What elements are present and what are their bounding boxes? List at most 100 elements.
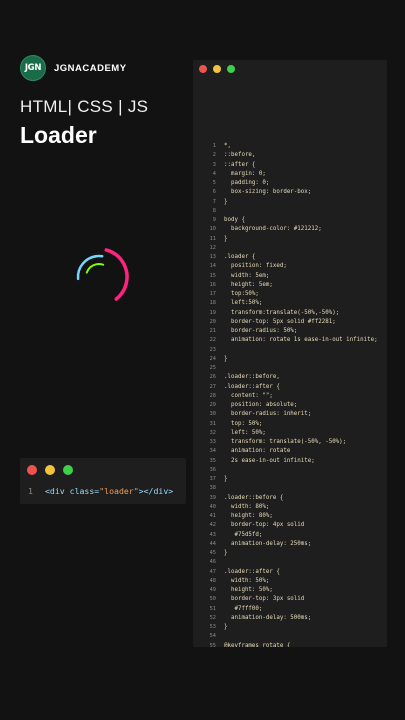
code-line: 38: [203, 484, 378, 493]
code-line: 18 left:50%;: [203, 299, 378, 308]
code-line: 49 height: 50%;: [203, 586, 378, 595]
close-window-icon[interactable]: [199, 65, 207, 73]
line-number: 40: [209, 503, 216, 510]
line-number: 8: [212, 207, 216, 214]
code-text: content: "";: [224, 392, 273, 399]
code-line: 51 #7fff00;: [203, 605, 378, 614]
code-line: 34 animation: rotate: [203, 447, 378, 456]
line-number: 39: [209, 494, 216, 501]
code-text: ::before,: [224, 152, 256, 159]
code-line: 25: [203, 364, 378, 373]
code-line: 22 animation: rotate 1s ease-in-out infi…: [203, 336, 378, 345]
code-line: 9 body {: [203, 216, 378, 225]
line-number: 38: [209, 485, 216, 492]
line-number: 29: [209, 402, 216, 408]
code-line: 24}: [203, 355, 378, 364]
code-text: .loader::before {: [224, 494, 284, 501]
code-line: 20 border-top: 5px solid #ff2281;: [203, 318, 378, 327]
code-text: left: 50%;: [224, 429, 266, 436]
code-text: height: 80%;: [224, 513, 273, 519]
line-number: 52: [209, 614, 216, 621]
line-number: 55: [209, 642, 216, 648]
code-line: 46: [203, 558, 378, 567]
code-line: 32 left: 50%;: [203, 429, 378, 438]
code-text: padding: 0;: [224, 180, 270, 186]
code-text: #7fff00;: [224, 605, 263, 612]
code-text: margin: 0;: [224, 170, 266, 177]
code-line: 48 width: 50%;: [203, 577, 378, 586]
line-number: 46: [209, 559, 216, 566]
code-text: #75d5fd;: [224, 531, 263, 538]
line-number: 54: [209, 633, 216, 640]
loader-preview: [69, 247, 129, 307]
line-number: 4: [212, 170, 216, 177]
code-text: body {: [224, 217, 245, 223]
code-line: 6 box-sizing: border-box;: [203, 188, 378, 197]
line-number: 2: [212, 152, 216, 159]
code-text: width: 5em;: [224, 272, 270, 279]
code-line: 19 transform:translate(-50%,-50%);: [203, 309, 378, 318]
line-number: 50: [209, 596, 216, 603]
brand: JGN JGNACADEMY: [20, 55, 127, 81]
code-line: 30 border-radius: inherit;: [203, 410, 378, 419]
line-number: 33: [209, 439, 216, 445]
line-number: 24: [209, 355, 216, 362]
code-text: 2s ease-in-out infinite;: [224, 457, 315, 464]
code-line: 13 .loader {: [203, 253, 378, 262]
code-text: }: [224, 355, 228, 362]
code-text: border-radius: 50%;: [224, 328, 298, 334]
line-number: 48: [209, 577, 216, 584]
code-line: 26 .loader::before,: [203, 373, 378, 382]
loader-inner-arc: [85, 263, 113, 291]
line-number: 53: [209, 624, 216, 630]
code-text: @keyframes rotate {: [224, 642, 291, 648]
code-text: .loader {: [224, 254, 256, 260]
code-text: border-top: 4px solid: [224, 522, 305, 529]
line-number: 25: [209, 365, 216, 371]
line-number: 5: [212, 180, 216, 186]
line-number: 17: [209, 291, 216, 297]
code-text: height: 5em;: [224, 281, 273, 288]
line-number: 35: [209, 457, 216, 464]
maximize-window-icon[interactable]: [227, 65, 235, 73]
line-number: 26: [209, 374, 216, 381]
code-text: background-color: #121212;: [224, 226, 322, 233]
line-number: 18: [209, 300, 216, 307]
code-line: 17 top:50%;: [203, 290, 378, 299]
code-text: ::after {: [224, 161, 256, 168]
minimize-window-icon[interactable]: [213, 65, 221, 73]
code-line: 1 *,: [203, 142, 378, 151]
code-line: 15 width: 5em;: [203, 272, 378, 281]
line-number: 34: [209, 448, 216, 455]
code-line: 8: [203, 207, 378, 216]
code-text: width: 80%;: [224, 503, 270, 510]
code-line: 47 .loader::after {: [203, 568, 378, 577]
line-number: 1: [212, 143, 216, 149]
line-number: 23: [209, 346, 216, 353]
close-window-icon[interactable]: [27, 465, 37, 475]
line-number: 1: [28, 486, 33, 496]
code-line: 50 border-top: 3px solid: [203, 595, 378, 604]
code-text: }: [224, 476, 228, 482]
maximize-window-icon[interactable]: [63, 465, 73, 475]
code-text: animation-delay: 250ms;: [224, 540, 312, 547]
code-line: 39 .loader::before {: [203, 494, 378, 503]
line-number: 45: [209, 550, 216, 556]
code-line: 10 background-color: #121212;: [203, 225, 378, 234]
line-number: 14: [209, 263, 216, 270]
code-text: }: [224, 235, 228, 242]
page-subtitle: HTML| CSS | JS: [20, 97, 149, 116]
window-controls: [199, 65, 235, 73]
minimize-window-icon[interactable]: [45, 465, 55, 475]
code-line: 35 2s ease-in-out infinite;: [203, 457, 378, 466]
code-line: 37}: [203, 475, 378, 484]
line-number: 49: [209, 587, 216, 593]
line-number: 22: [209, 337, 216, 344]
css-code: 1 *, 2::before, 3::after {4 margin: 0; 5 pad…: [203, 142, 378, 647]
code-line: 42 border-top: 4px solid: [203, 521, 378, 530]
code-line: 4 margin: 0;: [203, 170, 378, 179]
html-close-tag: ></div>: [138, 486, 174, 496]
line-number: 30: [209, 411, 216, 418]
code-line: 16 height: 5em;: [203, 281, 378, 290]
code-text: width: 50%;: [224, 577, 270, 584]
